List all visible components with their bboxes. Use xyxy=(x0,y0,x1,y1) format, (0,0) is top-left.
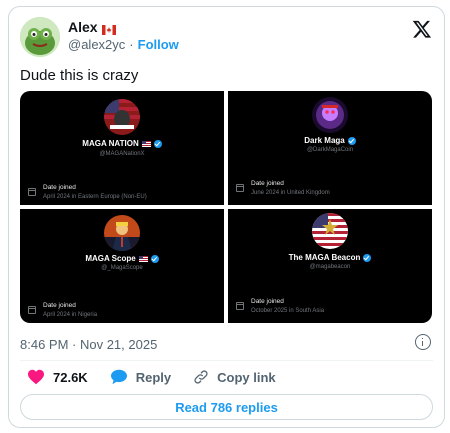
heart-icon xyxy=(28,369,44,385)
panel-1-name-row: MAGA NATION xyxy=(20,139,224,148)
author-handle-row: @alex2yc · Follow xyxy=(68,37,179,52)
panel-3-name: MAGA Scope xyxy=(85,254,136,263)
x-logo-icon[interactable] xyxy=(412,19,432,39)
verified-badge-icon xyxy=(150,254,159,263)
panel-2-date-joined-value: June 2024 in United Kingdom xyxy=(251,190,330,196)
media-panel-3[interactable]: MAGA Scope @_MagaScope Date joined April… xyxy=(20,209,224,323)
panel-1-name: MAGA NATION xyxy=(82,139,139,148)
us-flag-icon xyxy=(141,140,151,147)
read-replies-button[interactable]: Read 786 replies xyxy=(20,394,433,420)
author-handle[interactable]: @alex2yc xyxy=(68,37,125,52)
calendar-icon xyxy=(28,306,36,314)
panel-1-handle: @MAGANationX xyxy=(99,151,145,157)
panel-2-date-joined-label: Date joined xyxy=(251,180,284,187)
link-icon xyxy=(194,370,208,384)
follow-button[interactable]: Follow xyxy=(138,37,179,52)
panel-2-handle: @DarkMagaCoin xyxy=(306,147,354,153)
calendar-icon xyxy=(236,184,244,192)
copy-link-button[interactable]: Copy link xyxy=(193,369,276,385)
panel-3-name-row: MAGA Scope xyxy=(20,254,224,263)
info-icon[interactable] xyxy=(415,334,431,350)
calendar-icon xyxy=(236,302,244,310)
tweet-timestamp[interactable]: 8:46 PM · Nov 21, 2025 xyxy=(20,337,157,352)
panel-1-date-joined-value: April 2024 in Eastern Europe (Non-EU) xyxy=(43,194,147,200)
tweet-card: Alex @alex2yc · Follow Dude this is craz… xyxy=(8,6,445,428)
reply-bubble-icon xyxy=(110,369,127,385)
verified-badge-icon xyxy=(347,136,356,145)
copy-link-label: Copy link xyxy=(217,369,276,385)
maga-beacon-avatar xyxy=(312,213,348,249)
panel-4-handle: @magabeacon xyxy=(309,264,351,270)
author-avatar[interactable] xyxy=(20,17,60,57)
verified-badge-icon xyxy=(153,139,162,148)
panel-4-date-joined-value: October 2025 in South Asia xyxy=(251,308,325,314)
panel-3-handle: @_MagaScope xyxy=(101,265,143,271)
like-button[interactable]: 72.6K xyxy=(27,369,88,385)
author-display-name[interactable]: Alex xyxy=(68,19,98,35)
panel-4-name-row: The MAGA Beacon xyxy=(228,253,432,262)
media-panel-2[interactable]: Dark Maga @DarkMagaCoin Date joined June… xyxy=(228,91,432,205)
panel-2-name: Dark Maga xyxy=(304,136,345,145)
verified-badge-icon xyxy=(363,253,372,262)
panel-3-date-joined-label: Date joined xyxy=(43,302,76,309)
like-count: 72.6K xyxy=(53,369,88,385)
canada-flag-icon xyxy=(101,22,116,35)
panel-3-date-joined-value: April 2024 in Nigeria xyxy=(43,312,98,318)
panel-2-name-row: Dark Maga xyxy=(228,136,432,145)
media-panel-1[interactable]: MAGA NATION @MAGANationX Date joined Apr… xyxy=(20,91,224,205)
action-bar: 72.6K Reply Copy link xyxy=(27,369,298,385)
tweet-text: Dude this is crazy xyxy=(20,67,139,84)
panel-4-date-joined-label: Date joined xyxy=(251,298,284,305)
dark-maga-avatar xyxy=(312,97,348,133)
panel-1-date-joined-label: Date joined xyxy=(43,184,76,191)
media-panel-4[interactable]: The MAGA Beacon @magabeacon Date joined … xyxy=(228,209,432,323)
separator-dot: · xyxy=(129,37,134,52)
panel-4-name: The MAGA Beacon xyxy=(288,253,361,262)
media-grid[interactable]: MAGA NATION @MAGANationX Date joined Apr… xyxy=(20,91,432,323)
maga-scope-avatar xyxy=(104,215,140,251)
calendar-icon xyxy=(28,188,36,196)
author-name-row: Alex xyxy=(68,19,116,35)
divider xyxy=(20,360,433,361)
maga-nation-avatar xyxy=(104,99,140,135)
reply-button[interactable]: Reply xyxy=(110,369,171,385)
us-flag-icon xyxy=(138,255,148,262)
reply-label: Reply xyxy=(135,369,172,385)
